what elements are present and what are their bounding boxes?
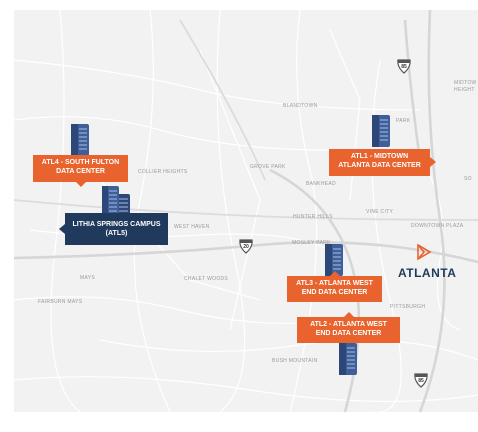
place-label: FAIRBURN MAYS	[38, 299, 83, 305]
callout-label: ATL3 - ATLANTA WEST END DATA CENTER	[296, 280, 373, 296]
place-label: MIDTOW HEIGHT	[454, 80, 477, 93]
callout-atl1[interactable]: ATL1 - MIDTOWN ATLANTA DATA CENTER	[329, 149, 430, 176]
callout-pointer	[430, 157, 436, 167]
callout-atl5[interactable]: LITHIA SPRINGS CAMPUS (ATL5)	[65, 213, 168, 245]
callout-atl4[interactable]: ATL4 - SOUTH FULTON DATA CENTER	[33, 155, 128, 182]
place-label: BLANDTOWN	[283, 103, 318, 109]
place-label: SO	[464, 176, 472, 182]
callout-label: ATL2 - ATLANTA WEST END DATA CENTER	[310, 321, 387, 337]
shield-number: 85	[418, 378, 424, 384]
shield-number: 85	[401, 64, 407, 70]
datacenter-building-icon[interactable]	[337, 341, 359, 377]
interstate-85-shield-icon: 85	[413, 372, 429, 388]
datacenter-building-icon[interactable]	[69, 122, 91, 158]
callout-pointer	[59, 224, 65, 234]
place-label: PARK	[396, 118, 411, 124]
callout-atl2[interactable]: ATL2 - ATLANTA WEST END DATA CENTER	[297, 317, 400, 343]
place-label: WEST HAVEN	[174, 224, 210, 230]
callout-label: LITHIA SPRINGS CAMPUS (ATL5)	[72, 221, 161, 237]
place-label: GROVE PARK	[250, 164, 286, 170]
interstate-20-shield-icon: 20	[238, 238, 254, 254]
callout-pointer	[76, 182, 86, 187]
place-label: BUSH MOUNTAIN	[272, 358, 318, 364]
place-label: DOWNTOWN PLAZA	[411, 223, 464, 229]
callout-pointer	[344, 312, 354, 317]
atlanta-city-label: ATLANTA	[398, 266, 457, 280]
place-label: HUNTER HILLS	[293, 214, 333, 220]
place-label: CHALET WOODS	[184, 276, 229, 282]
place-label: COLLIER HEIGHTS	[138, 169, 188, 175]
callout-pointer	[330, 271, 340, 276]
datacenter-building-icon[interactable]	[370, 113, 392, 149]
interstate-85-shield-icon: 85	[396, 58, 412, 74]
place-label: VINE CITY	[366, 209, 394, 215]
callout-atl3[interactable]: ATL3 - ATLANTA WEST END DATA CENTER	[287, 276, 382, 302]
place-label: MAYS	[80, 275, 95, 281]
place-label: PITTSBURGH	[390, 304, 426, 310]
callout-label: ATL1 - MIDTOWN ATLANTA DATA CENTER	[338, 153, 421, 169]
atlanta-logo-icon	[415, 243, 433, 261]
place-label: BANKHEAD	[306, 181, 336, 187]
shield-number: 20	[243, 244, 249, 250]
callout-label: ATL4 - SOUTH FULTON DATA CENTER	[41, 159, 120, 175]
